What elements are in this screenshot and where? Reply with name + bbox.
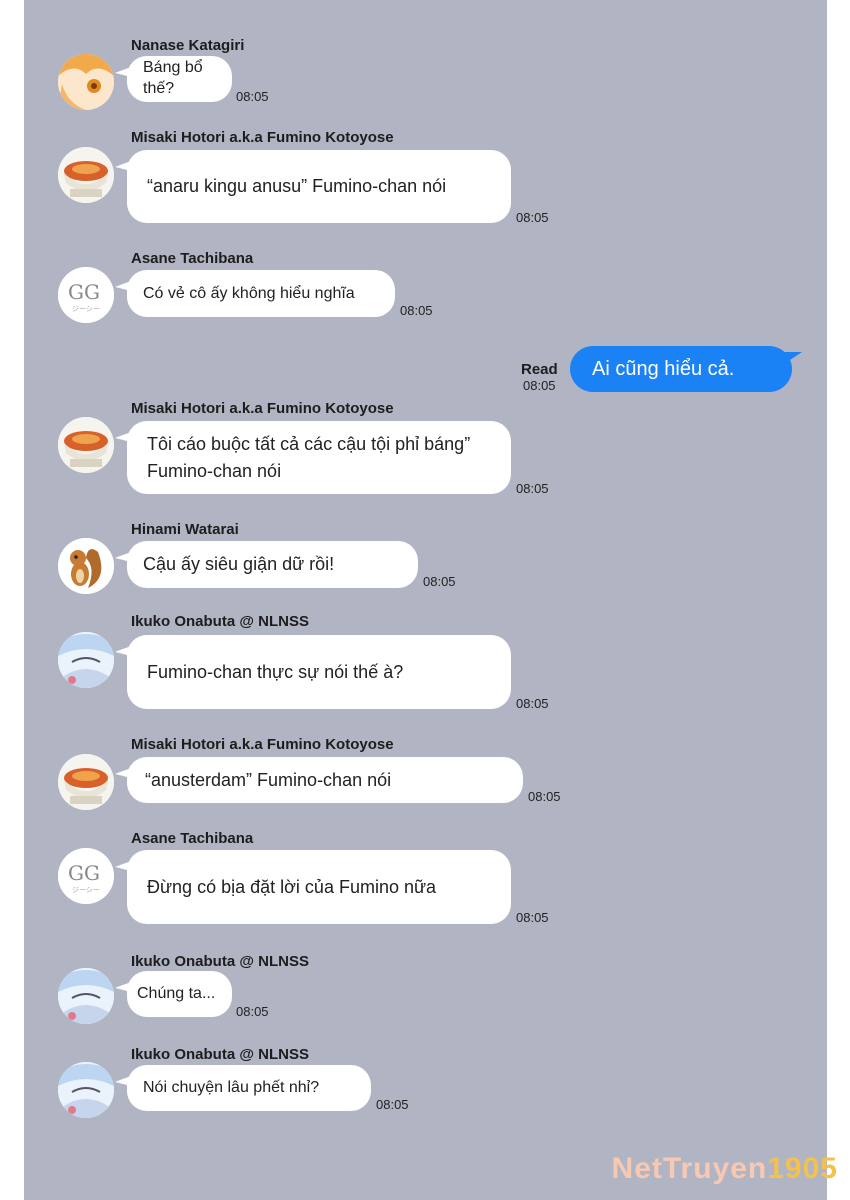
svg-text:GG: GG	[68, 861, 100, 885]
sender-name: Nanase Katagiri	[131, 37, 245, 54]
message-bubble[interactable]: Có vẻ cô ấy không hiểu nghĩa	[127, 270, 395, 317]
message-text: Có vẻ cô ấy không hiểu nghĩa	[143, 284, 355, 302]
message-time: 08:05	[236, 1004, 269, 1019]
svg-text:ジーシー: ジーシー	[72, 305, 100, 313]
message-time: 08:05	[528, 789, 561, 804]
ikuko-avatar[interactable]	[58, 632, 114, 688]
message-time: 08:05	[400, 303, 433, 318]
message-text: “anaru kingu anusu” Fumino-chan nói	[147, 176, 447, 197]
watermark-prefix: NetTruyen	[611, 1152, 768, 1185]
site-watermark: NetTruyen1905	[612, 1152, 838, 1186]
gg-avatar[interactable]: GG ジーシー	[58, 848, 114, 904]
read-receipt: Read	[521, 361, 558, 378]
message-time: 08:05	[423, 574, 456, 589]
message-text: Tôi cáo buộc tất cả các cậu tội phỉ báng…	[147, 434, 471, 481]
message-bubble[interactable]: Đừng có bịa đặt lời của Fumino nữa	[127, 850, 511, 924]
message-bubble[interactable]: Cậu ấy siêu giận dữ rồi!	[127, 541, 418, 588]
message-text: Đừng có bịa đặt lời của Fumino nữa	[147, 876, 437, 897]
sender-name: Asane Tachibana	[131, 250, 254, 267]
food-bowl-avatar[interactable]	[58, 754, 114, 810]
watermark-suffix: 1905	[767, 1152, 838, 1185]
message-bubble[interactable]: Nói chuyện lâu phết nhỉ?	[127, 1065, 371, 1111]
own-message-text: Ai cũng hiểu cả.	[592, 357, 735, 380]
message-time: 08:05	[516, 910, 549, 925]
sender-name: Ikuko Onabuta @ NLNSS	[131, 1046, 309, 1063]
message-bubble[interactable]: “anusterdam” Fumino-chan nói	[127, 757, 523, 803]
ikuko-avatar[interactable]	[58, 968, 114, 1024]
message-text: “anusterdam” Fumino-chan nói	[145, 769, 392, 790]
ikuko-avatar[interactable]	[58, 1062, 114, 1118]
message-text: Báng bổ thế?	[143, 59, 203, 97]
message-time: 08:05	[516, 210, 549, 225]
message-bubble[interactable]: Tôi cáo buộc tất cả các cậu tội phỉ báng…	[127, 421, 511, 494]
sender-name: Misaki Hotori a.k.a Fumino Kotoyose	[131, 736, 394, 753]
own-message-time: 08:05	[523, 378, 556, 393]
message-bubble[interactable]: Fumino-chan thực sự nói thế à?	[127, 635, 511, 709]
message-bubble[interactable]: “anaru kingu anusu” Fumino-chan nói	[127, 150, 511, 223]
gg-avatar[interactable]: GG ジーシー	[58, 267, 114, 323]
nanase-avatar[interactable]	[58, 54, 114, 110]
squirrel-avatar[interactable]	[58, 538, 114, 594]
sender-name: Ikuko Onabuta @ NLNSS	[131, 613, 309, 630]
svg-text:GG: GG	[68, 280, 100, 304]
svg-text:ジーシー: ジーシー	[72, 886, 100, 894]
message-text: Nói chuyện lâu phết nhỉ?	[143, 1079, 320, 1097]
food-bowl-avatar[interactable]	[58, 147, 114, 203]
message-time: 08:05	[516, 481, 549, 496]
sender-name: Misaki Hotori a.k.a Fumino Kotoyose	[131, 400, 394, 417]
message-time: 08:05	[516, 696, 549, 711]
message-text: Chúng ta...	[137, 985, 216, 1003]
message-bubble[interactable]: Chúng ta...	[127, 971, 232, 1017]
sender-name: Asane Tachibana	[131, 830, 254, 847]
own-message-bubble[interactable]: Ai cũng hiểu cả.	[570, 346, 802, 392]
sender-name: Misaki Hotori a.k.a Fumino Kotoyose	[131, 129, 394, 146]
food-bowl-avatar[interactable]	[58, 417, 114, 473]
message-time: 08:05	[236, 89, 269, 104]
message-bubble[interactable]: Báng bổ thế?	[127, 56, 232, 102]
message-time: 08:05	[376, 1097, 409, 1112]
message-text: Fumino-chan thực sự nói thế à?	[147, 661, 404, 682]
message-text: Cậu ấy siêu giận dữ rồi!	[143, 554, 335, 575]
sender-name: Hinami Watarai	[131, 521, 239, 538]
sender-name: Ikuko Onabuta @ NLNSS	[131, 953, 309, 970]
